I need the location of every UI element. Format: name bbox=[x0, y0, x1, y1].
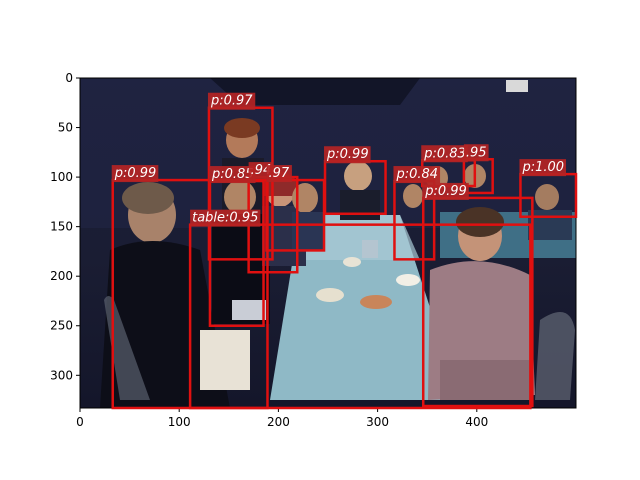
detection-label: table:0.95 bbox=[192, 211, 258, 226]
x-tick-label: 0 bbox=[76, 415, 84, 429]
detection-label: p:1.00 bbox=[521, 160, 564, 175]
detection-label: .95 bbox=[466, 145, 487, 160]
y-tick-label: 0 bbox=[65, 71, 73, 85]
detection-label: p:0.99 bbox=[114, 166, 157, 181]
y-tick-label: 300 bbox=[50, 368, 73, 382]
x-tick-label: 300 bbox=[366, 415, 389, 429]
y-tick-label: 200 bbox=[50, 269, 73, 283]
detection-label: p:0.85 bbox=[211, 167, 254, 182]
detection-label: p:0.99 bbox=[424, 184, 467, 199]
detection-label: p:0.97 bbox=[210, 94, 253, 109]
y-tick-label: 250 bbox=[50, 319, 73, 333]
x-tick-label: 200 bbox=[267, 415, 290, 429]
detection-label: p:0.83 bbox=[423, 146, 466, 161]
y-tick-label: 100 bbox=[50, 170, 73, 184]
detection-figure: 0 100 200 300 400 0 50 100 150 200 250 300 p:0.99 p:… bbox=[50, 71, 578, 429]
detection-label: p:0.99 bbox=[326, 147, 369, 162]
detection-label: .97 bbox=[268, 166, 289, 181]
y-tick-label: 50 bbox=[58, 121, 73, 135]
photo bbox=[80, 78, 576, 408]
x-tick-label: 100 bbox=[168, 415, 191, 429]
y-tick-label: 150 bbox=[50, 220, 73, 234]
x-tick-label: 400 bbox=[465, 415, 488, 429]
detection-label: p:0.84 bbox=[395, 167, 438, 182]
